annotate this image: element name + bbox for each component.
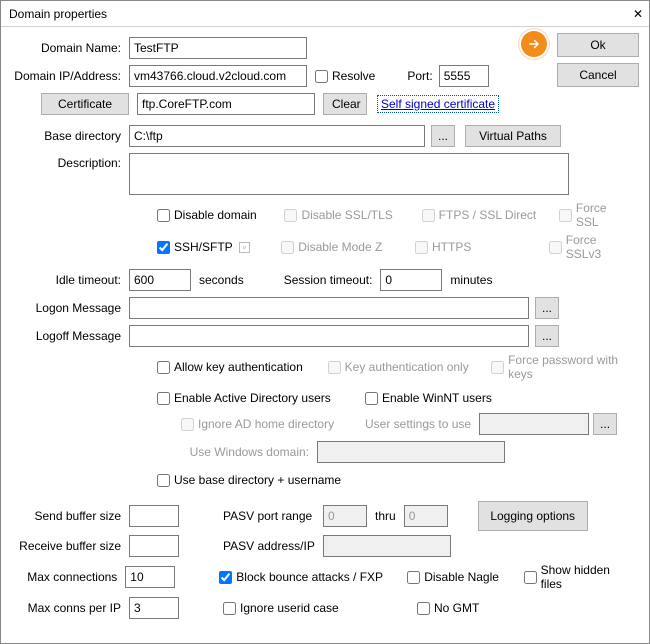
allow-key-auth-checkbox[interactable]: Allow key authentication [157,360,318,374]
disable-domain-checkbox[interactable]: Disable domain [157,208,274,222]
window-title: Domain properties [9,7,107,21]
virtual-paths-button[interactable]: Virtual Paths [465,125,561,147]
pasv-addr-input [323,535,451,557]
base-directory-label: Base directory [9,129,129,143]
description-label: Description: [9,153,129,170]
max-conns-ip-label: Max conns per IP [9,601,129,615]
idle-timeout-label: Idle timeout: [9,273,129,287]
disable-modez-checkbox: Disable Mode Z [281,240,405,254]
enable-ad-checkbox[interactable]: Enable Active Directory users [157,391,355,405]
user-settings-browse[interactable]: ... [593,413,617,435]
base-directory-input[interactable] [129,125,425,147]
description-input[interactable] [129,153,569,195]
browse-basedir-button[interactable]: ... [431,125,455,147]
send-buffer-label: Send buffer size [9,509,129,523]
logoff-message-browse[interactable]: ... [535,325,559,347]
port-label: Port: [407,69,432,83]
send-buffer-input[interactable] [129,505,179,527]
cancel-button[interactable]: Cancel [557,63,639,87]
disable-nagle-checkbox[interactable]: Disable Nagle [407,570,513,584]
force-ssl-checkbox: Force SSL [559,201,631,229]
next-arrow-icon[interactable] [521,31,547,57]
session-timeout-input[interactable] [380,269,442,291]
pasv-range-label: PASV port range [223,509,323,523]
domain-name-input[interactable] [129,37,307,59]
logoff-message-label: Logoff Message [9,329,129,343]
seconds-label: seconds [199,273,244,287]
idle-timeout-input[interactable] [129,269,191,291]
domain-name-label: Domain Name: [9,41,129,55]
resolve-checkbox[interactable]: Resolve [315,69,375,83]
user-settings-input [479,413,589,435]
certificate-input[interactable] [137,93,315,115]
https-checkbox: HTTPS [415,240,539,254]
sftp-options-icon[interactable]: ▫ [239,242,250,253]
pasv-to-input [404,505,448,527]
show-hidden-checkbox[interactable]: Show hidden files [524,563,631,591]
logoff-message-input[interactable] [129,325,529,347]
minutes-label: minutes [450,273,492,287]
session-timeout-label: Session timeout: [284,273,373,287]
use-basedir-username-checkbox[interactable]: Use base directory + username [157,473,341,487]
pasv-from-input [323,505,367,527]
logon-message-input[interactable] [129,297,529,319]
ftps-ssl-checkbox: FTPS / SSL Direct [422,208,549,222]
ignore-ad-checkbox: Ignore AD home directory [181,417,355,431]
force-sslv3-checkbox: Force SSLv3 [549,233,631,261]
key-auth-only-checkbox: Key authentication only [328,360,481,374]
windows-domain-input [317,441,505,463]
clear-button[interactable]: Clear [323,93,367,115]
logging-options-button[interactable]: Logging options [478,501,588,531]
receive-buffer-input[interactable] [129,535,179,557]
disable-ssl-checkbox: Disable SSL/TLS [284,208,411,222]
max-connections-label: Max connections [9,570,125,584]
ignore-userid-checkbox[interactable]: Ignore userid case [223,601,407,615]
max-conns-ip-input[interactable] [129,597,179,619]
domain-ip-label: Domain IP/Address: [9,69,129,83]
max-connections-input[interactable] [125,566,175,588]
receive-buffer-label: Receive buffer size [9,539,129,553]
use-windows-domain-label: Use Windows domain: [181,445,309,459]
certificate-button[interactable]: Certificate [41,93,129,115]
self-signed-link[interactable]: Self signed certificate [377,95,499,113]
ssh-sftp-checkbox[interactable]: SSH/SFTP▫ [157,240,271,254]
port-input[interactable] [439,65,489,87]
no-gmt-checkbox[interactable]: No GMT [417,601,479,615]
block-bounce-checkbox[interactable]: Block bounce attacks / FXP [219,570,397,584]
close-icon[interactable]: ✕ [633,7,643,21]
user-settings-label: User settings to use [365,417,471,431]
force-pw-keys-checkbox: Force password with keys [491,353,631,381]
enable-winnt-checkbox[interactable]: Enable WinNT users [365,391,492,405]
thru-label: thru [375,509,396,523]
pasv-addr-label: PASV address/IP [223,539,323,553]
logon-message-label: Logon Message [9,301,129,315]
domain-ip-input[interactable] [129,65,307,87]
ok-button[interactable]: Ok [557,33,639,57]
logon-message-browse[interactable]: ... [535,297,559,319]
